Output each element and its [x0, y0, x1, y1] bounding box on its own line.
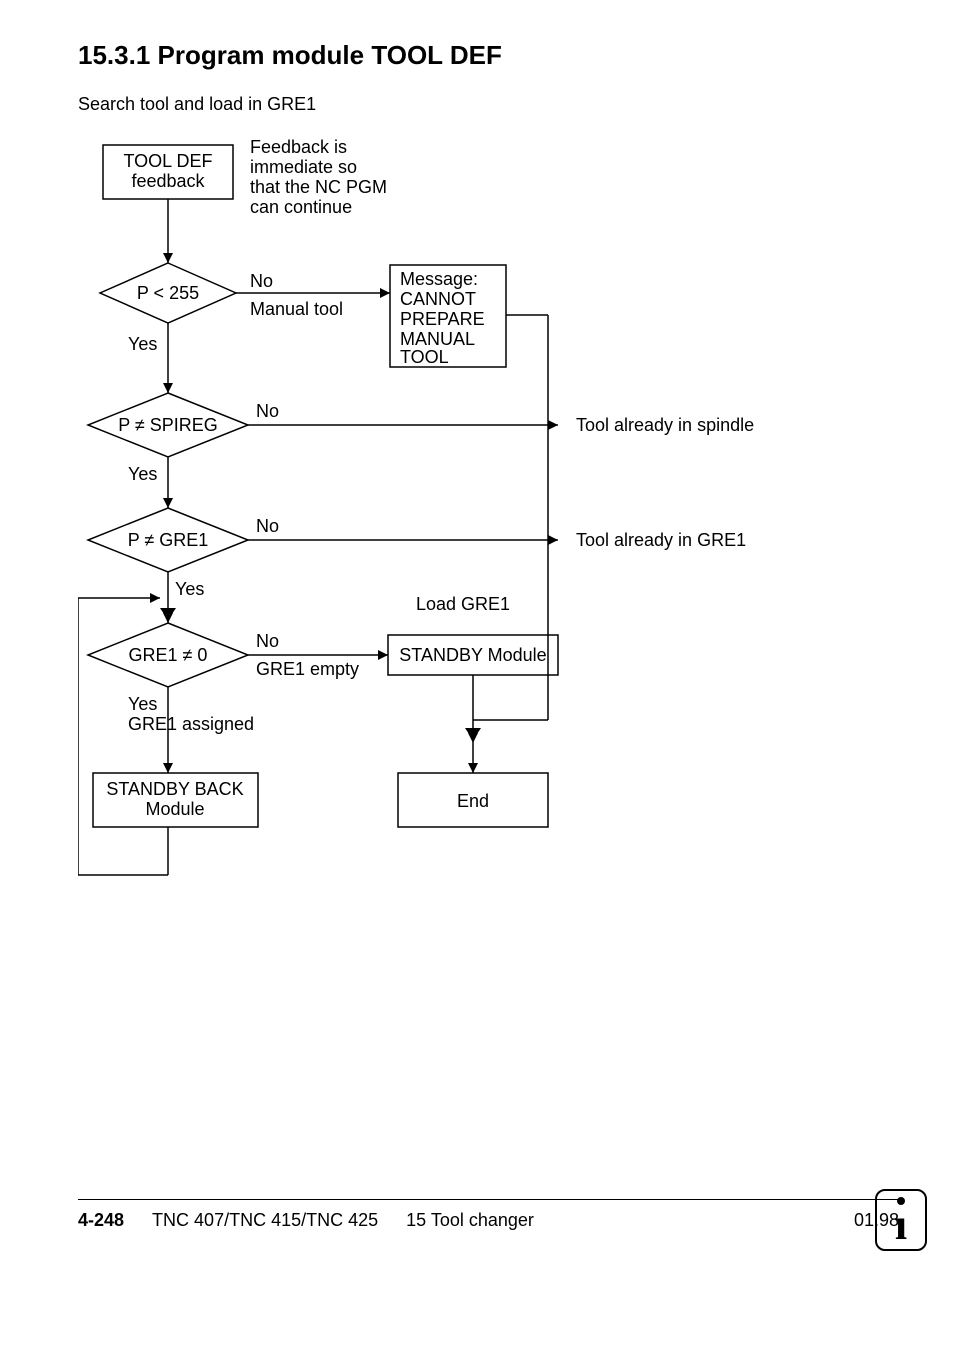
- svg-text:P < 255: P < 255: [137, 283, 199, 303]
- svg-text:STANDBY BACK: STANDBY BACK: [106, 779, 243, 799]
- decision-gre1-ne-0: GRE1 ≠ 0: [88, 623, 248, 687]
- page-subtext: Search tool and load in GRE1: [78, 94, 316, 115]
- svg-text:MANUAL: MANUAL: [400, 329, 475, 349]
- svg-text:GRE1 ≠ 0: GRE1 ≠ 0: [129, 645, 208, 665]
- label-yes: Yes: [175, 579, 204, 599]
- node-end: End: [398, 773, 548, 827]
- label-no: No: [250, 271, 273, 291]
- footer-section: 15 Tool changer: [406, 1210, 534, 1231]
- flowchart: TOOL DEF feedback Feedback is immediate …: [78, 135, 878, 905]
- label-yes: Yes: [128, 334, 157, 354]
- node-message-cannot-prepare: Message: CANNOT PREPARE MANUAL TOOL: [390, 265, 506, 367]
- svg-text:STANDBY Module: STANDBY Module: [399, 645, 546, 665]
- decision-p-ne-gre1: P ≠ GRE1: [88, 508, 248, 572]
- svg-text:can continue: can continue: [250, 197, 352, 217]
- arrowhead: [160, 608, 176, 620]
- label-yes: Yes: [128, 464, 157, 484]
- node-standby-back-module: STANDBY BACK Module: [93, 773, 258, 827]
- svg-text:that the NC PGM: that the NC PGM: [250, 177, 387, 197]
- label-gre1-empty: GRE1 empty: [256, 659, 359, 679]
- info-icon[interactable]: ı: [875, 1189, 927, 1251]
- label-tool-in-gre1: Tool already in GRE1: [576, 530, 746, 550]
- label-gre1-assigned: GRE1 assigned: [128, 714, 254, 734]
- label-tool-in-spindle: Tool already in spindle: [576, 415, 754, 435]
- page-footer: 4-248 TNC 407/TNC 415/TNC 425 15 Tool ch…: [78, 1199, 899, 1231]
- svg-text:Message:: Message:: [400, 269, 478, 289]
- svg-text:P ≠ GRE1: P ≠ GRE1: [128, 530, 209, 550]
- label-manual-tool: Manual tool: [250, 299, 343, 319]
- page: 15.3.1 Program module TOOL DEF Search to…: [0, 0, 954, 1346]
- text: TOOL DEF: [123, 151, 212, 171]
- label-no: No: [256, 401, 279, 421]
- page-heading: 15.3.1 Program module TOOL DEF: [78, 40, 502, 71]
- text: feedback: [131, 171, 205, 191]
- decision-p-lt-255: P < 255: [100, 263, 236, 323]
- footer-model: TNC 407/TNC 415/TNC 425: [152, 1210, 378, 1231]
- svg-text:Module: Module: [145, 799, 204, 819]
- svg-text:End: End: [457, 791, 489, 811]
- svg-text:Feedback is: Feedback is: [250, 137, 347, 157]
- footer-left: 4-248 TNC 407/TNC 415/TNC 425 15 Tool ch…: [78, 1210, 534, 1231]
- svg-text:TOOL: TOOL: [400, 347, 449, 367]
- svg-text:immediate so: immediate so: [250, 157, 357, 177]
- footer-pagenum: 4-248: [78, 1210, 124, 1231]
- svg-text:PREPARE: PREPARE: [400, 309, 485, 329]
- svg-text:P ≠ SPIREG: P ≠ SPIREG: [118, 415, 218, 435]
- node-tool-def-feedback: TOOL DEF feedback: [103, 145, 233, 199]
- node-standby-module: STANDBY Module: [388, 635, 558, 675]
- label-yes: Yes: [128, 694, 157, 714]
- decision-p-ne-spireg: P ≠ SPIREG: [88, 393, 248, 457]
- label-no: No: [256, 631, 279, 651]
- note-feedback-immediate: Feedback is immediate so that the NC PGM…: [250, 137, 387, 217]
- arrowhead: [465, 728, 481, 740]
- label-load-gre1: Load GRE1: [416, 594, 510, 614]
- svg-text:CANNOT: CANNOT: [400, 289, 476, 309]
- label-no: No: [256, 516, 279, 536]
